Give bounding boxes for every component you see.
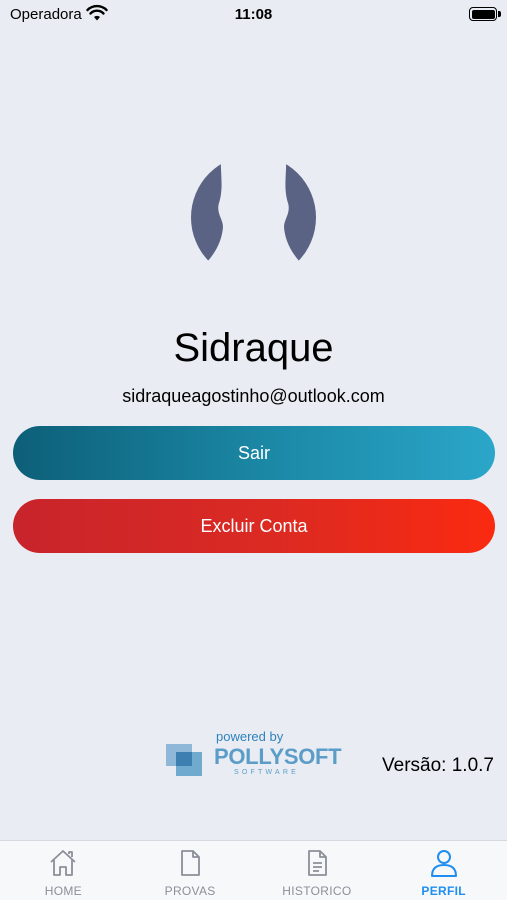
tab-bar: HOME PROVAS HISTORICO PERFIL [0, 840, 507, 900]
delete-account-button-label: Excluir Conta [200, 515, 308, 536]
logout-button-label: Sair [237, 442, 270, 463]
home-icon [50, 850, 76, 876]
tab-perfil-label: PERFIL [421, 884, 466, 898]
user-silhouette-icon [191, 155, 316, 280]
tab-home-label: HOME [44, 884, 82, 898]
clock: 11:08 [234, 6, 273, 23]
powered-by-text: powered by [216, 729, 284, 744]
user-name: Sidraque [173, 326, 334, 370]
logout-button[interactable]: Sair [13, 426, 495, 480]
tab-historico-label: HISTORICO [282, 884, 352, 898]
tab-perfil[interactable]: PERFIL [380, 841, 507, 900]
pollysoft-logo: powered by POLLYSOFT SOFTWARE [166, 728, 344, 780]
pollysoft-mark-icon [166, 744, 202, 776]
document-lines-icon [307, 850, 327, 876]
tab-provas[interactable]: PROVAS [127, 841, 254, 900]
tab-historico[interactable]: HISTORICO [254, 841, 381, 900]
status-bar: Operadora 11:08 [0, 0, 507, 30]
document-icon [181, 850, 201, 876]
user-email: sidraqueagostinho@outlook.com [122, 386, 385, 406]
app-version: Versão: 1.0.7 [382, 755, 494, 776]
person-icon [430, 850, 457, 877]
tab-provas-label: PROVAS [164, 884, 216, 898]
tab-home[interactable]: HOME [0, 841, 127, 900]
battery-icon [469, 7, 501, 21]
brand-name: POLLYSOFT [214, 744, 342, 769]
brand-subtitle: SOFTWARE [234, 769, 300, 776]
delete-account-button[interactable]: Excluir Conta [13, 499, 495, 553]
